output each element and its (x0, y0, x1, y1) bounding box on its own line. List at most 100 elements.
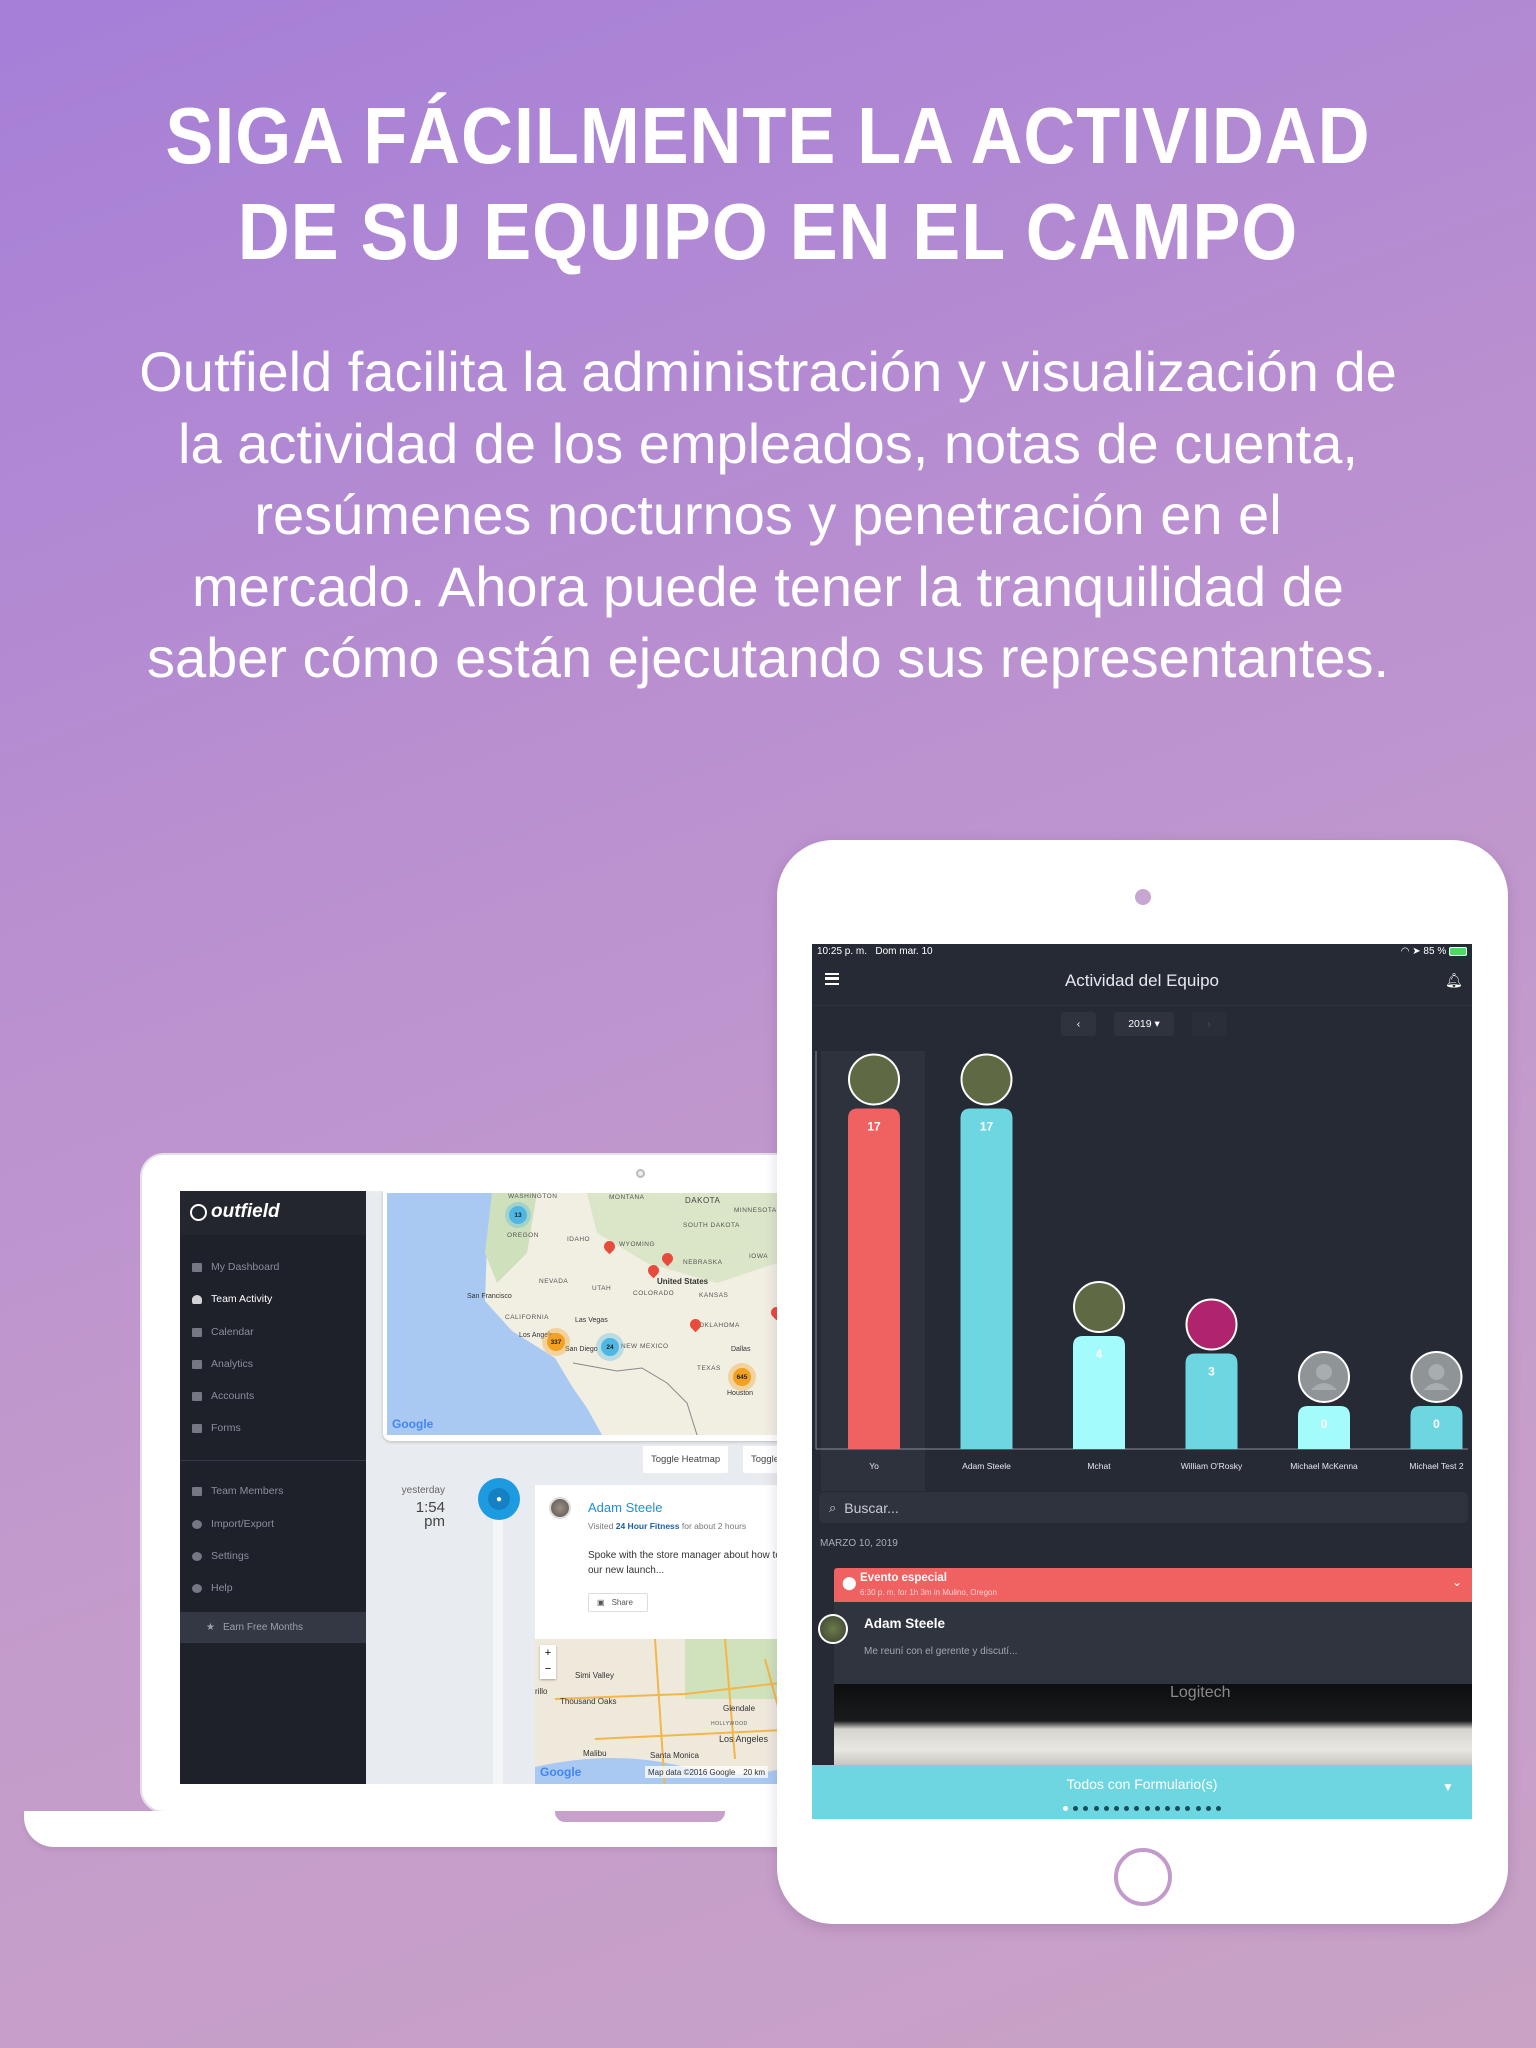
avatar (960, 1053, 1013, 1106)
zoom-out-button[interactable]: − (540, 1661, 556, 1677)
map-label: IOWA (749, 1253, 769, 1260)
map-cluster[interactable]: 24 (601, 1338, 619, 1356)
map-scale: 20 km (743, 1767, 766, 1777)
search-input[interactable]: ⌕ Buscar... (819, 1492, 1468, 1523)
map-city: Las Vegas (575, 1317, 608, 1324)
page-dot[interactable] (1215, 1806, 1221, 1811)
forms-filter-bar[interactable]: Todos con Formulario(s) ▼ (812, 1765, 1472, 1819)
us-map[interactable]: WASHINGTON MONTANA DAKOTA MINNESOTA OREG… (387, 1193, 800, 1435)
star-icon: ★ (206, 1622, 215, 1633)
page-dot[interactable] (1083, 1806, 1089, 1811)
dropdown-triangle-icon: ▼ (1442, 1780, 1454, 1794)
activity-user-name[interactable]: Adam Steele (588, 1500, 662, 1515)
note-preview: Me reuní con el gerente y discutí... (864, 1646, 1018, 1657)
sidebar-item-team-activity[interactable]: Team Activity (180, 1288, 366, 1310)
sidebar-item-analytics[interactable]: Analytics (180, 1353, 366, 1375)
share-button[interactable]: ▣ Share (588, 1593, 648, 1612)
sidebar-item-my-dashboard[interactable]: My Dashboard (180, 1256, 366, 1278)
page-dot[interactable] (1093, 1806, 1099, 1811)
page-indicator[interactable] (812, 1804, 1472, 1811)
hero-text-line: resúmenes nocturnos y penetración en el (254, 483, 1282, 546)
page-dot[interactable] (1144, 1806, 1150, 1811)
activity-card: Adam Steele Visited 24 Hour Fitness for … (535, 1485, 800, 1784)
hero-text-line: mercado. Ahora puede tener la tranquilid… (192, 554, 1344, 618)
zoom-in-button[interactable]: + (540, 1645, 556, 1661)
map-cluster[interactable]: 13 (509, 1206, 527, 1224)
page-dot[interactable] (1073, 1806, 1079, 1811)
timeline-location-marker[interactable]: ● (478, 1478, 520, 1520)
page-dot[interactable] (1185, 1806, 1191, 1811)
mini-map[interactable]: + − Simi Valley Thousand Oaks Glendale Lo… (535, 1639, 800, 1784)
year-select[interactable]: 2019 ▾ (1114, 1012, 1174, 1036)
speedometer-icon (192, 1294, 202, 1304)
sidebar-item-label: Analytics (211, 1358, 254, 1370)
page-dot[interactable] (1195, 1806, 1201, 1811)
sidebar-item-forms[interactable]: Forms (180, 1417, 366, 1439)
page-dot[interactable] (1175, 1806, 1181, 1811)
next-year-button[interactable]: › (1192, 1012, 1226, 1036)
map-label: COLORADO (633, 1290, 675, 1297)
search-placeholder: Buscar... (844, 1499, 899, 1516)
map-label: IDAHO (567, 1236, 591, 1243)
photo-brand-text: Logitech (1170, 1684, 1231, 1701)
previous-year-button[interactable]: ‹ (1061, 1012, 1096, 1036)
map-city: San Diego (565, 1346, 598, 1353)
sidebar-item-settings[interactable]: Settings (180, 1545, 366, 1567)
visit-place[interactable]: 24 Hour Fitness (616, 1521, 680, 1531)
map-cluster[interactable]: 645 (733, 1368, 751, 1386)
map-cluster[interactable]: 337 (547, 1333, 565, 1351)
status-bar: 10:25 p. m. Dom mar. 10 ◠ ➤ 85 % (817, 946, 1467, 960)
chevron-down-icon[interactable]: ⌄ (1452, 1575, 1462, 1589)
sidebar-item-calendar[interactable]: Calendar (180, 1321, 366, 1343)
hero-title: SIGA FÁCILMENTE LA ACTIVIDAD DE SU EQUIP… (0, 88, 1536, 280)
page-dot[interactable] (1154, 1806, 1160, 1811)
event-subtitle: 6:30 p. m. for 1h 3m in Mulino, Oregon (860, 1588, 997, 1597)
page-dot[interactable] (1164, 1806, 1170, 1811)
location-pin-icon: ⬤ (842, 1575, 857, 1590)
page-dot[interactable] (1134, 1806, 1140, 1811)
page-dot[interactable] (1103, 1806, 1109, 1811)
page-dot[interactable] (1114, 1806, 1120, 1811)
refresh-icon (192, 1519, 202, 1529)
toggle-heatmap-button[interactable]: Toggle Heatmap (643, 1446, 729, 1473)
tablet-home-button[interactable] (1114, 1848, 1172, 1906)
bell-icon[interactable]: 🔔︎ (1445, 972, 1463, 989)
team-activity-bar-chart: 17 Yo 17 Adam Steele 4 Mchat 3 William O'Rosky 0… (812, 1051, 1472, 1491)
checkbox-icon (192, 1423, 202, 1433)
page-dot[interactable] (1205, 1806, 1211, 1811)
hero-text-line: Outfield facilita la administración y vi… (139, 340, 1397, 403)
question-icon (192, 1583, 202, 1593)
event-banner[interactable]: ⬤ Evento especial 6:30 p. m. for 1h 3m i… (834, 1568, 1472, 1602)
sidebar-item-help[interactable]: Help (180, 1577, 366, 1599)
note-photo[interactable]: Logitech (834, 1684, 1472, 1766)
avatar-placeholder-icon (1316, 1364, 1332, 1380)
outfield-logo[interactable]: outfield (190, 1201, 280, 1223)
sidebar-item-label: Accounts (211, 1390, 255, 1402)
map-city: Houston (727, 1390, 754, 1397)
hero-text-line: la actividad de los empleados, notas de … (178, 411, 1358, 475)
earn-free-months-link[interactable]: ★ Earn Free Months (180, 1612, 366, 1643)
sidebar-item-label: My Dashboard (211, 1261, 280, 1273)
page-dot[interactable] (1063, 1806, 1069, 1811)
status-date: Dom mar. 10 (875, 946, 933, 957)
map-label: KANSAS (699, 1292, 729, 1299)
map-label: SOUTH DAKOTA (683, 1222, 740, 1229)
google-logo: Google (540, 1765, 582, 1779)
facebook-icon: ▣ (597, 1598, 605, 1607)
bar-value-label: 3 (1208, 1365, 1215, 1379)
map-place: Thousand Oaks (560, 1697, 617, 1706)
map-city: San Francisco (467, 1293, 512, 1300)
activity-note: Spoke with the store manager about how t… (588, 1550, 800, 1576)
category-label: Michael McKenna (1290, 1461, 1358, 1471)
battery-icon (1449, 946, 1467, 956)
visit-suffix: for about 2 hours (681, 1521, 747, 1531)
activity-note-card[interactable]: Adam Steele Me reuní con el gerente y di… (834, 1602, 1472, 1684)
mobile-app-screen: 10:25 p. m. Dom mar. 10 ◠ ➤ 85 % Activid… (812, 944, 1472, 1819)
wifi-icon: ◠ (1400, 946, 1410, 957)
status-time: 10:25 p. m. (817, 946, 868, 957)
avatar (1185, 1298, 1238, 1351)
bar-value-label: 17 (980, 1120, 994, 1134)
page-dot[interactable] (1124, 1806, 1130, 1811)
location-pin-icon: ● (488, 1488, 510, 1510)
sidebar-item-accounts[interactable]: Accounts (180, 1385, 366, 1407)
